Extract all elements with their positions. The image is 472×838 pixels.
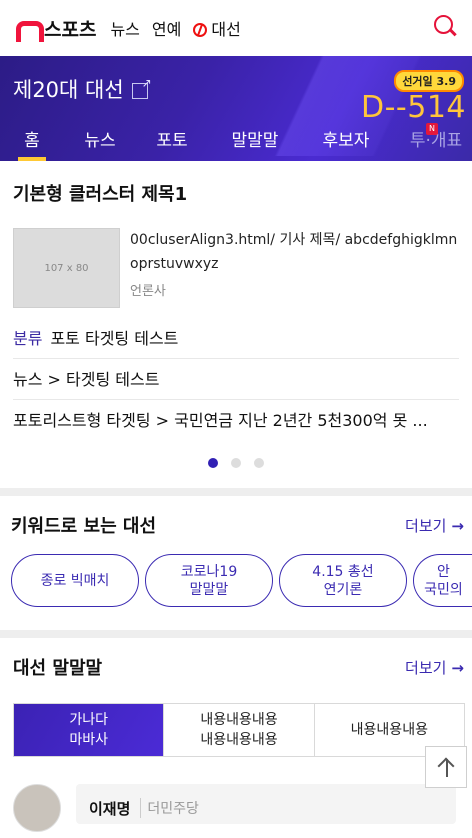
cluster-list: 분류 포토 타겟팅 테스트 뉴스 > 타겟팅 테스트 포토리스트형 타겟팅 > 국… — [13, 318, 459, 441]
article-text: 00cluserAlign3.html/ 기사 제목/ abcdefghigkl… — [130, 228, 459, 308]
carousel-dot[interactable] — [254, 458, 264, 468]
keyword-pill[interactable]: 코로나19 말말말 — [145, 554, 273, 607]
statements-section: 대선 말말말 더보기 → 가나다 마바사 내용내용내용 내용내용내용 내용내용내용… — [0, 638, 472, 838]
more-label: 더보기 — [405, 658, 447, 677]
vote-icon — [193, 23, 208, 37]
cluster-title: 기본형 클러스터 제목1 — [13, 184, 188, 205]
top-header: 스포츠 뉴스 연예 대선 — [0, 0, 472, 56]
cluster-article[interactable]: 107 x 80 00cluserAlign3.html/ 기사 제목/ abc… — [13, 228, 459, 308]
segment-tab[interactable]: 내용내용내용 내용내용내용 — [164, 704, 315, 756]
segment-tab-active[interactable]: 가나다 마바사 — [14, 704, 165, 756]
keyword-pill[interactable]: 안 국민의 — [413, 554, 472, 607]
article-press: 언론사 — [130, 284, 166, 299]
banner-title-text: 제20대 대선 — [13, 78, 124, 102]
list-item-text: 포토 타겟팅 테스트 — [50, 329, 179, 348]
tab-vote-count[interactable]: 투·개표 N — [406, 121, 466, 161]
arrow-right-icon: → — [451, 516, 464, 535]
banner-title[interactable]: 제20대 대선 — [13, 74, 152, 104]
naver-logo-icon[interactable] — [14, 17, 44, 42]
nav-news[interactable]: 뉴스 — [110, 16, 139, 40]
cluster-section: 기본형 클러스터 제목1 107 x 80 00cluserAlign3.htm… — [0, 161, 472, 488]
carousel-dot-active[interactable] — [208, 458, 218, 468]
share-icon[interactable] — [131, 76, 152, 99]
dday-counter: D--514 — [360, 90, 466, 125]
section-divider — [0, 630, 472, 638]
search-icon[interactable] — [430, 12, 460, 42]
statements-header: 대선 말말말 더보기 → — [13, 638, 472, 696]
arrow-right-icon: → — [451, 658, 464, 677]
keyword-pill[interactable]: 종로 빅매치 — [11, 554, 139, 607]
carousel-dot[interactable] — [231, 458, 241, 468]
nav-entertainment[interactable]: 연예 — [152, 16, 181, 40]
author-name: 이재명 — [89, 799, 131, 818]
tab-candidates[interactable]: 후보자 — [318, 121, 374, 161]
section-tabs: 홈 뉴스 포토 말말말 후보자 투·개표 N — [0, 121, 472, 161]
keyword-title: 키워드로 보는 대선 — [11, 516, 157, 537]
list-item-category: 분류 — [13, 329, 43, 348]
section-divider — [0, 488, 472, 496]
list-item-text: 뉴스 > 타겟팅 테스트 — [13, 370, 160, 389]
statements-more-link[interactable]: 더보기 → — [405, 657, 464, 678]
avatar — [13, 784, 61, 832]
more-label: 더보기 — [405, 516, 447, 535]
list-item-text: 포토리스트형 타겟팅 > 국민연금 지난 2년간 5천300억 못 ... — [13, 411, 428, 430]
keyword-header: 키워드로 보는 대선 더보기 → — [11, 496, 472, 554]
keyword-pill[interactable]: 4.15 총선 연기론 — [279, 554, 407, 607]
carousel-indicator — [13, 458, 459, 488]
brand-title[interactable]: 스포츠 — [44, 15, 96, 42]
election-date-badge: 선거일 3.9 — [394, 70, 464, 92]
article-title[interactable]: 00cluserAlign3.html/ 기사 제목/ abcdefghigkl… — [130, 228, 459, 276]
nav-election[interactable]: 대선 — [193, 16, 241, 40]
new-badge: N — [426, 123, 438, 135]
list-item[interactable]: 포토리스트형 타겟팅 > 국민연금 지난 2년간 5천300억 못 ... — [13, 400, 459, 441]
nav-election-label: 대선 — [211, 20, 241, 39]
tab-quotes[interactable]: 말말말 — [227, 121, 283, 161]
statement-filter-tabs: 가나다 마바사 내용내용내용 내용내용내용 내용내용내용 — [13, 703, 465, 757]
tab-news[interactable]: 뉴스 — [81, 121, 119, 161]
keyword-more-link[interactable]: 더보기 → — [405, 515, 464, 536]
keyword-pills: 종로 빅매치 코로나19 말말말 4.15 총선 연기론 안 국민의 — [11, 554, 472, 607]
election-banner: 제20대 대선 선거일 3.9 D--514 홈 뉴스 포토 말말말 후보자 투… — [0, 56, 472, 161]
statements-title: 대선 말말말 — [13, 658, 103, 679]
author-party: 더민주당 — [140, 798, 199, 818]
statement-author[interactable]: 이재명 더민주당 — [13, 784, 199, 832]
keyword-section: 키워드로 보는 대선 더보기 → 종로 빅매치 코로나19 말말말 4.15 총선… — [0, 496, 472, 630]
scroll-to-top-icon[interactable] — [425, 746, 467, 788]
list-item[interactable]: 분류 포토 타겟팅 테스트 — [13, 318, 459, 359]
list-item[interactable]: 뉴스 > 타겟팅 테스트 — [13, 359, 459, 400]
tab-home[interactable]: 홈 — [18, 121, 46, 161]
article-thumbnail[interactable]: 107 x 80 — [13, 228, 120, 308]
tab-photo[interactable]: 포토 — [153, 121, 191, 161]
